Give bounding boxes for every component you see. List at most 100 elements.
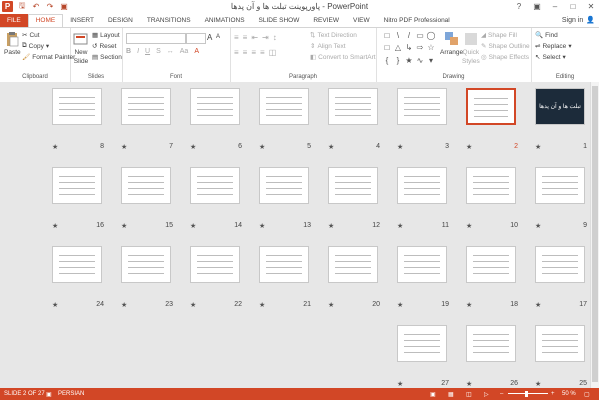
transition-star-icon[interactable]: ★ (397, 222, 403, 230)
transition-star-icon[interactable]: ★ (535, 222, 541, 230)
slide-thumbnail[interactable] (121, 246, 171, 283)
zoom-in-icon[interactable]: + (551, 391, 555, 397)
slide-thumbnail[interactable] (190, 246, 240, 283)
underline-icon[interactable]: U (145, 48, 150, 55)
slide-thumbnail[interactable] (121, 88, 171, 125)
slide-thumbnail[interactable] (52, 167, 102, 204)
justify-icon[interactable]: ≡ (260, 48, 265, 57)
close-icon[interactable]: ✕ (585, 0, 597, 12)
slide-thumbnail[interactable]: تبلت ها و آن پدها (535, 88, 585, 125)
transition-star-icon[interactable]: ★ (190, 143, 196, 151)
columns-icon[interactable]: ◫ (269, 48, 277, 57)
slide-thumbnail[interactable] (52, 88, 102, 125)
shapes-gallery[interactable]: □ \ / ▭ ◯ □ △ ↳ ⇨ ☆ {} ★ ∿ ▾ (382, 31, 436, 67)
transition-star-icon[interactable]: ★ (466, 222, 472, 230)
slide-thumbnail[interactable] (535, 167, 585, 204)
numbering-icon[interactable]: ≡ (243, 33, 248, 42)
transition-star-icon[interactable]: ★ (466, 143, 472, 151)
shape-effects-button[interactable]: ◎ Shape Effects (481, 53, 529, 62)
maximize-icon[interactable]: □ (567, 0, 579, 12)
slide-thumbnail[interactable] (328, 167, 378, 204)
convert-smartart-button[interactable]: ◧ Convert to SmartArt (310, 53, 376, 62)
tab-file[interactable]: FILE (0, 14, 28, 27)
change-case-icon[interactable]: Aa (180, 48, 189, 55)
grow-font-button[interactable]: A (207, 33, 212, 42)
language-indicator[interactable]: PERSIAN (58, 391, 84, 397)
strikethrough-icon[interactable]: S (156, 48, 161, 55)
transition-star-icon[interactable]: ★ (397, 301, 403, 309)
slide-thumbnail[interactable] (397, 167, 447, 204)
align-left-icon[interactable]: ≡ (234, 48, 239, 57)
star-shape-icon[interactable]: ☆ (426, 43, 436, 54)
slide-sorter-view-icon[interactable]: ▦ (448, 391, 454, 398)
reset-button[interactable]: ↺ Reset (92, 42, 116, 51)
slide-thumbnail[interactable] (397, 88, 447, 125)
arrow-shape-icon[interactable]: ↳ (404, 43, 414, 54)
normal-view-icon[interactable]: ▣ (430, 391, 436, 398)
text-direction-button[interactable]: ⇅ Text Direction (310, 31, 357, 40)
transition-star-icon[interactable]: ★ (52, 143, 58, 151)
slide-thumbnail[interactable] (397, 325, 447, 362)
zoom-slider-handle[interactable] (525, 391, 528, 397)
align-right-icon[interactable]: ≡ (251, 48, 256, 57)
oval-shape-icon[interactable]: ◯ (426, 31, 436, 42)
slide-thumbnail[interactable] (466, 167, 516, 204)
transition-star-icon[interactable]: ★ (259, 222, 265, 230)
find-button[interactable]: 🔍 Find (535, 31, 558, 40)
zoom-out-icon[interactable]: – (500, 391, 503, 397)
shrink-font-button[interactable]: A (216, 34, 220, 40)
font-size-field[interactable] (186, 33, 206, 44)
minimize-icon[interactable]: – (549, 0, 561, 12)
font-name-field[interactable] (126, 33, 186, 44)
quick-styles-button[interactable]: Quick Styles (462, 31, 480, 65)
slide-thumbnail[interactable] (259, 88, 309, 125)
more-shapes-icon[interactable]: ▾ (426, 56, 436, 67)
decrease-indent-icon[interactable]: ⇤ (251, 33, 258, 42)
format-painter-button[interactable]: 🖌 Format Painter (22, 53, 75, 62)
transition-star-icon[interactable]: ★ (190, 301, 196, 309)
vertical-scrollbar[interactable] (590, 82, 599, 388)
slide-thumbnail[interactable] (535, 246, 585, 283)
tab-animations[interactable]: ANIMATIONS (198, 15, 252, 27)
align-text-button[interactable]: ⇕ Align Text (310, 42, 346, 51)
transition-star-icon[interactable]: ★ (535, 380, 541, 388)
slide-thumbnail[interactable] (466, 246, 516, 283)
slide-thumbnail[interactable] (52, 246, 102, 283)
tab-home[interactable]: HOME (27, 14, 64, 27)
transition-star-icon[interactable]: ★ (121, 222, 127, 230)
select-button[interactable]: ↖ Select ▾ (535, 53, 566, 62)
transition-star-icon[interactable]: ★ (52, 222, 58, 230)
triangle-shape-icon[interactable]: △ (393, 43, 403, 54)
bracket-shape-icon[interactable]: } (393, 56, 403, 67)
transition-star-icon[interactable]: ★ (328, 143, 334, 151)
line-spacing-icon[interactable]: ↕ (273, 33, 277, 42)
section-button[interactable]: ▤ Section (92, 53, 122, 62)
font-color-icon[interactable]: A (194, 48, 199, 55)
slide-thumbnail[interactable] (121, 167, 171, 204)
cut-button[interactable]: ✂ Cut (22, 31, 40, 40)
shape-outline-button[interactable]: ✎ Shape Outline (481, 42, 530, 51)
transition-star-icon[interactable]: ★ (397, 380, 403, 388)
slide-thumbnail[interactable] (259, 246, 309, 283)
slide-thumbnail[interactable] (190, 88, 240, 125)
slide-thumbnail[interactable] (328, 88, 378, 125)
slide-thumbnail[interactable] (190, 167, 240, 204)
transition-star-icon[interactable]: ★ (121, 301, 127, 309)
bold-icon[interactable]: B (126, 48, 131, 55)
italic-icon[interactable]: I (137, 48, 139, 55)
reading-view-icon[interactable]: ◫ (466, 391, 472, 398)
curve-shape-icon[interactable]: ∿ (415, 56, 425, 67)
bullets-icon[interactable]: ≡ (234, 33, 239, 42)
line-shape-icon[interactable]: / (404, 31, 414, 42)
transition-star-icon[interactable]: ★ (259, 143, 265, 151)
slide-thumbnail[interactable] (259, 167, 309, 204)
tab-design[interactable]: DESIGN (101, 15, 140, 27)
slide-thumbnail[interactable] (397, 246, 447, 283)
tab-insert[interactable]: INSERT (63, 15, 101, 27)
spellcheck-icon[interactable]: ▣ (46, 391, 52, 398)
help-icon[interactable]: ? (513, 0, 525, 12)
transition-star-icon[interactable]: ★ (535, 143, 541, 151)
slideshow-view-icon[interactable]: ▷ (484, 391, 489, 398)
ribbon-display-icon[interactable]: ▣ (531, 0, 543, 12)
line-shape-icon[interactable]: \ (393, 31, 403, 42)
